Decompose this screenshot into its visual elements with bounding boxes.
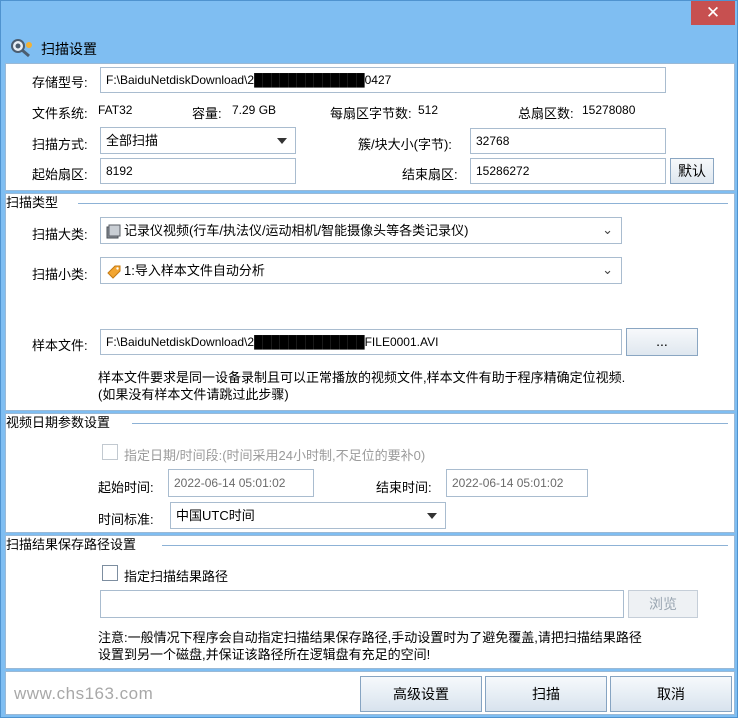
end-sector-field[interactable]: 15286272 (470, 158, 666, 184)
fs-value: FAT32 (98, 103, 133, 117)
cluster-label: 簇/块大小(字节): (358, 137, 452, 152)
tag-icon (107, 265, 121, 279)
fs-label: 文件系统: (32, 106, 88, 121)
scan-settings-window: ✕ 扫描设置 存储型号: F:\BaiduNetdiskDownload\2██… (0, 0, 738, 718)
minor-category-select[interactable]: 1:导入样本文件自动分析 ⌄ (100, 257, 622, 284)
date-range-label: 指定日期/时间段:(时间采用24小时制,不足位的要补0) (124, 448, 426, 463)
save-path-note: 注意:一般情况下程序会自动指定扫描结果保存路径,手动设置时为了避免覆盖,请把扫描… (98, 630, 642, 662)
title-bar: ✕ 扫描设置 (1, 1, 737, 61)
timezone-value: 中国UTC时间 (176, 508, 255, 523)
cancel-button[interactable]: 取消 (610, 676, 732, 712)
start-time-label: 起始时间: (98, 480, 154, 495)
timezone-select[interactable]: 中国UTC时间 (170, 502, 446, 529)
window-title: 扫描设置 (41, 41, 97, 57)
scan-settings-icon (11, 39, 32, 58)
close-button[interactable]: ✕ (691, 1, 735, 25)
recorder-icon (106, 224, 121, 239)
date-range-checkbox[interactable] (102, 444, 118, 460)
scan-mode-value: 全部扫描 (106, 133, 159, 148)
dropdown-arrow-icon (277, 138, 287, 144)
total-sectors-label: 总扇区数: (518, 106, 574, 121)
advanced-settings-button[interactable]: 高级设置 (360, 676, 482, 712)
close-icon: ✕ (705, 3, 721, 22)
bytes-per-sector-value: 512 (418, 103, 439, 117)
scan-mode-label: 扫描方式: (32, 137, 88, 152)
sample-file-field[interactable]: F:\BaiduNetdiskDownload\2█████████████FI… (100, 329, 622, 355)
total-sectors-value: 15278080 (582, 103, 636, 117)
storage-field[interactable]: F:\BaiduNetdiskDownload\2█████████████04… (100, 67, 666, 93)
save-path-panel: 扫描结果保存路径设置 指定扫描结果路径 浏览 注意:一般情况下程序会自动指定扫描… (5, 535, 735, 669)
scan-type-panel: 扫描类型 扫描大类: 记录仪视频(行车/执法仪/运动相机/智能摄像头等各类记录仪… (5, 193, 735, 411)
group-divider (162, 545, 728, 546)
sample-file-note: 样本文件要求是同一设备录制且可以正常播放的视频文件,样本文件有助于程序精确定位视… (98, 370, 626, 402)
save-path-title: 扫描结果保存路径设置 (6, 536, 141, 554)
end-time-label: 结束时间: (376, 480, 432, 495)
major-category-label: 扫描大类: (32, 227, 88, 242)
bytes-per-sector-label: 每扇区字节数: (330, 106, 412, 121)
scan-mode-select[interactable]: 全部扫描 (100, 127, 296, 154)
cluster-field[interactable]: 32768 (470, 128, 666, 154)
chevron-down-icon: ⌄ (602, 222, 613, 237)
start-time-field[interactable]: 2022-06-14 05:01:02 (168, 469, 314, 497)
date-params-title: 视频日期参数设置 (6, 414, 115, 432)
storage-label: 存储型号: (32, 75, 88, 90)
group-divider (78, 203, 728, 204)
save-path-browse-button[interactable]: 浏览 (628, 590, 698, 618)
capacity-label: 容量: (192, 106, 222, 121)
minor-category-label: 扫描小类: (32, 267, 88, 282)
footer-bar: www.chs163.com 高级设置 扫描 取消 (5, 671, 735, 715)
major-category-value: 记录仪视频(行车/执法仪/运动相机/智能摄像头等各类记录仪) (124, 223, 469, 238)
timezone-label: 时间标准: (98, 512, 154, 527)
save-path-field[interactable] (100, 590, 624, 618)
dropdown-arrow-icon (427, 513, 437, 519)
save-path-checkbox[interactable] (102, 565, 118, 581)
group-divider (132, 423, 728, 424)
watermark-text: www.chs163.com (14, 684, 154, 703)
date-params-panel: 视频日期参数设置 指定日期/时间段:(时间采用24小时制,不足位的要补0) 起始… (5, 413, 735, 533)
sample-browse-button[interactable]: ... (626, 328, 698, 356)
sample-file-label: 样本文件: (32, 338, 88, 353)
scan-button[interactable]: 扫描 (485, 676, 607, 712)
chevron-down-icon: ⌄ (602, 262, 613, 277)
default-button[interactable]: 默认 (670, 158, 714, 184)
minor-category-value: 1:导入样本文件自动分析 (124, 263, 265, 278)
start-sector-label: 起始扇区: (32, 167, 88, 182)
scan-type-title: 扫描类型 (6, 194, 63, 212)
start-sector-field[interactable]: 8192 (100, 158, 296, 184)
major-category-select[interactable]: 记录仪视频(行车/执法仪/运动相机/智能摄像头等各类记录仪) ⌄ (100, 217, 622, 244)
device-info-panel: 存储型号: F:\BaiduNetdiskDownload\2█████████… (5, 63, 735, 191)
end-time-field[interactable]: 2022-06-14 05:01:02 (446, 469, 588, 497)
capacity-value: 7.29 GB (232, 103, 277, 117)
save-path-checkbox-label: 指定扫描结果路径 (124, 569, 229, 584)
end-sector-label: 结束扇区: (402, 167, 458, 182)
